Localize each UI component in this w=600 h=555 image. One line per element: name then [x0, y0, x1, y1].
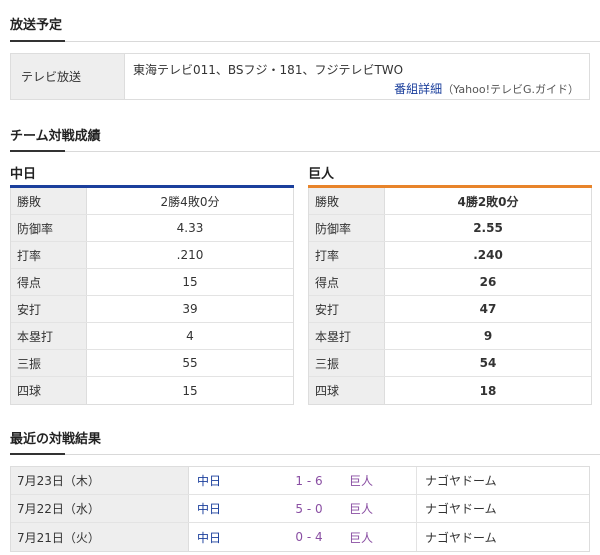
stat-label: 得点	[309, 269, 385, 295]
stat-value: .210	[176, 248, 204, 262]
matchup-title: チーム対戦成績	[10, 129, 101, 144]
result-score[interactable]: 5 - 0	[277, 495, 341, 522]
team-stats-table: 勝敗 4勝2敗0分 防御率 2.55 打率 .240 得点 26 安打 47 本塁打 9 三…	[308, 188, 592, 405]
stat-label: 得点	[11, 269, 87, 295]
stat-label: 三振	[309, 350, 385, 376]
stat-label: 打率	[309, 242, 385, 268]
stat-row: 防御率 2.55	[309, 215, 591, 242]
stat-value: 4.33	[176, 221, 204, 235]
stat-value: 47	[479, 302, 497, 316]
stat-value: 4勝2敗0分	[457, 194, 519, 209]
result-score[interactable]: 0 - 4	[277, 523, 341, 551]
result-away-team: 巨人	[341, 495, 417, 522]
result-row[interactable]: 7月23日（木） 中日 1 - 6 巨人 ナゴヤドーム	[11, 467, 589, 495]
recent-rule	[10, 453, 600, 455]
team-stats-table: 勝敗 2勝4敗0分 防御率 4.33 打率 .210 得点 15 安打 39 本塁打 4 三…	[10, 188, 294, 405]
result-date: 7月21日（火）	[11, 523, 189, 551]
stat-label: 防御率	[309, 215, 385, 241]
broadcast-body: 東海テレビ011、BSフジ・181、フジテレビTWO 番組詳細（Yahoo!テレ…	[125, 54, 589, 99]
stat-value: 55	[182, 356, 198, 370]
result-venue: ナゴヤドーム	[425, 530, 497, 545]
stat-row: 四球 15	[11, 377, 293, 404]
stat-row: 勝敗 2勝4敗0分	[11, 188, 293, 215]
broadcast-box: テレビ放送 東海テレビ011、BSフジ・181、フジテレビTWO 番組詳細（Ya…	[10, 53, 590, 100]
stat-row: 安打 47	[309, 296, 591, 323]
stat-value: 4	[186, 329, 194, 343]
result-away-team: 巨人	[341, 523, 417, 551]
broadcast-title: 放送予定	[10, 18, 63, 33]
team-giants: 巨人 勝敗 4勝2敗0分 防御率 2.55 打率 .240 得点 26 安打 47 本塁打…	[308, 163, 592, 405]
stat-value: 54	[479, 356, 497, 370]
result-date: 7月23日（木）	[11, 467, 189, 494]
stat-value: 15	[182, 383, 198, 398]
stat-row: 本塁打 9	[309, 323, 591, 350]
team-name: 中日	[10, 167, 37, 182]
stat-label: 安打	[11, 296, 87, 322]
result-away-team: 巨人	[341, 467, 417, 494]
stat-row: 四球 18	[309, 377, 591, 404]
result-home-team: 中日	[197, 530, 222, 545]
result-date: 7月22日（水）	[11, 495, 189, 522]
result-home-team: 中日	[197, 502, 222, 516]
stat-value: 26	[479, 275, 497, 289]
broadcast-detail: 番組詳細（Yahoo!テレビG.ガイド）	[394, 80, 579, 97]
team-dragons: 中日 勝敗 2勝4敗0分 防御率 4.33 打率 .210 得点 15 安打 39 本塁打…	[10, 163, 294, 405]
result-row[interactable]: 7月22日（水） 中日 5 - 0 巨人 ナゴヤドーム	[11, 495, 589, 523]
stat-row: 打率 .240	[309, 242, 591, 269]
stat-row: 防御率 4.33	[11, 215, 293, 242]
stat-label: 勝敗	[309, 188, 385, 214]
matchup-rule	[10, 150, 600, 152]
program-detail-source: （Yahoo!テレビG.ガイド）	[442, 83, 579, 96]
stat-row: 打率 .210	[11, 242, 293, 269]
result-row[interactable]: 7月21日（火） 中日 0 - 4 巨人 ナゴヤドーム	[11, 523, 589, 551]
stat-value: 2勝4敗0分	[160, 194, 220, 209]
stat-value: 15	[182, 275, 198, 289]
stat-label: 防御率	[11, 215, 87, 241]
stat-row: 三振 55	[11, 350, 293, 377]
stat-label: 四球	[11, 377, 87, 404]
stat-row: 得点 26	[309, 269, 591, 296]
broadcast-channels: 東海テレビ011、BSフジ・181、フジテレビTWO	[133, 63, 404, 77]
stat-label: 安打	[309, 296, 385, 322]
recent-results-table: 7月23日（木） 中日 1 - 6 巨人 ナゴヤドーム 7月22日（水） 中日 …	[10, 466, 590, 552]
stat-value: 9	[483, 329, 493, 343]
stat-label: 勝敗	[11, 188, 87, 214]
stat-value: 18	[479, 383, 497, 398]
broadcast-rule	[10, 40, 600, 42]
stat-row: 得点 15	[11, 269, 293, 296]
stat-label: 四球	[309, 377, 385, 404]
team-name: 巨人	[308, 167, 335, 182]
result-venue: ナゴヤドーム	[425, 502, 497, 516]
result-score[interactable]: 1 - 6	[277, 467, 341, 494]
broadcast-label: テレビ放送	[11, 54, 125, 99]
stat-value: 39	[182, 302, 198, 316]
stat-row: 安打 39	[11, 296, 293, 323]
result-home-team: 中日	[197, 474, 222, 488]
stat-label: 本塁打	[309, 323, 385, 349]
stat-label: 打率	[11, 242, 87, 268]
stat-row: 三振 54	[309, 350, 591, 377]
stat-value: .240	[473, 248, 503, 262]
stat-label: 三振	[11, 350, 87, 376]
program-detail-link[interactable]: 番組詳細	[394, 82, 442, 96]
stat-value: 2.55	[473, 221, 503, 235]
stat-label: 本塁打	[11, 323, 87, 349]
stat-row: 勝敗 4勝2敗0分	[309, 188, 591, 215]
stat-row: 本塁打 4	[11, 323, 293, 350]
result-venue: ナゴヤドーム	[425, 474, 497, 488]
recent-title: 最近の対戦結果	[10, 432, 102, 447]
